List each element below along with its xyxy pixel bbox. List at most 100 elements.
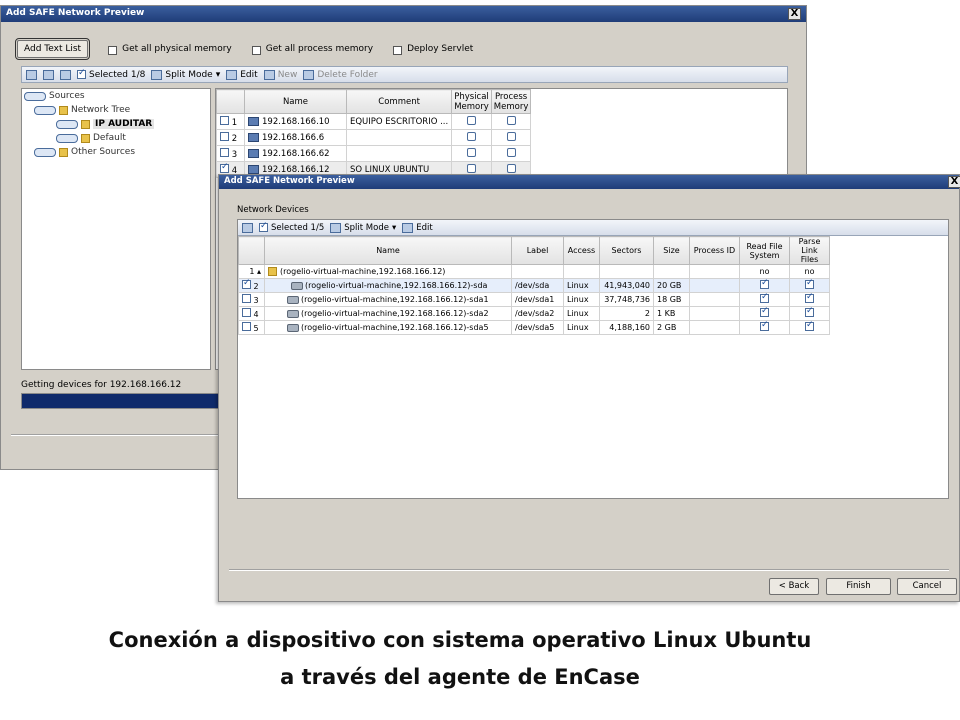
row-name: (rogelio-virtual-machine,192.168.166.12)… [264,278,512,293]
deploy-servlet-checkbox[interactable] [393,45,403,55]
row-name-text: (rogelio-virtual-machine,192.168.166.12)… [305,281,488,290]
deploy-servlet-option[interactable]: Deploy Servlet [393,44,473,55]
process-memory-cell-checkbox[interactable] [506,147,516,157]
row-checkbox[interactable] [242,280,251,289]
col-header-process-id[interactable]: Process ID [689,236,740,265]
add-text-list-button[interactable]: Add Text List [14,38,91,60]
selected-count-label: Selected 1/5 [271,222,325,233]
table-row[interactable]: 2 (rogelio-virtual-machine,192.168.166.1… [238,278,830,293]
physical-memory-cell-checkbox[interactable] [467,147,476,157]
parse-link-files-checkbox[interactable] [805,280,814,289]
process-memory-cell-checkbox[interactable] [506,163,516,173]
read-file-system-checkbox[interactable] [760,308,769,317]
table-row[interactable]: 2 192.168.166.6 [216,129,532,146]
front-dialog-close-button[interactable]: X [948,176,960,188]
row-checkbox[interactable] [242,308,251,317]
sources-icon [24,91,46,101]
tree-node-sources[interactable]: Sources [24,91,85,101]
edit-button[interactable]: Edit [226,69,258,80]
tree-node-other-sources[interactable]: Other Sources [34,147,135,157]
row-checkbox[interactable] [220,163,229,173]
cancel-button[interactable]: Cancel [897,578,957,595]
table-row[interactable]: 3 192.168.166.62 [216,145,532,162]
col-header-name[interactable]: Name [244,89,347,114]
process-memory-cell-checkbox[interactable] [506,115,516,125]
row-checkbox[interactable] [220,115,229,125]
col-header-read-file-system[interactable]: Read File System [739,236,790,265]
table-row[interactable]: 5 (rogelio-virtual-machine,192.168.166.1… [238,320,830,335]
row-number: 1 [231,117,238,128]
col-header-name[interactable]: Name [264,236,512,265]
process-memory-cell-checkbox[interactable] [506,131,516,141]
tree-node-default[interactable]: Default [56,133,126,143]
row-size: 1 KB [653,306,690,321]
table-row[interactable]: 1 ▴ (rogelio-virtual-machine,192.168.166… [238,264,830,279]
physical-memory-cell-checkbox[interactable] [467,163,476,173]
parse-link-files-checkbox[interactable] [805,294,814,303]
status-text: Getting devices for 192.168.166.12 [21,380,182,390]
col-header-comment[interactable]: Comment [345,89,453,114]
folder-icon [59,147,68,157]
physical-memory-cell-checkbox[interactable] [467,131,476,141]
row-sectors [599,264,654,279]
col-header-parse-link-files[interactable]: Parse Link Files [789,236,830,265]
parse-link-files-checkbox[interactable] [805,322,814,331]
go-up-icon[interactable] [26,69,37,80]
process-memory-checkbox[interactable] [251,45,261,55]
back-dialog-close-button[interactable]: X [788,8,801,20]
row-label: /dev/sda5 [511,320,564,335]
back-table: Name Comment Physical Memory Process Mem… [216,89,532,178]
col-header-access[interactable]: Access [563,236,600,265]
row-name-text: 192.168.166.62 [262,148,330,159]
col-header-process-memory[interactable]: Process Memory [490,89,532,114]
view-columns-icon[interactable] [43,69,54,80]
read-file-system-checkbox[interactable] [760,294,769,303]
sort-icon[interactable] [60,69,71,80]
table-row[interactable]: 3 (rogelio-virtual-machine,192.168.166.1… [238,292,830,307]
split-mode-button[interactable]: Split Mode ▾ [151,69,220,80]
read-file-system-checkbox[interactable] [760,280,769,289]
row-label: /dev/sda [511,278,564,293]
delete-folder-button[interactable]: Delete Folder [303,69,378,80]
row-number: 4 [253,310,259,319]
view-columns-icon[interactable] [242,222,253,233]
edit-button[interactable]: Edit [402,222,433,233]
split-mode-button[interactable]: Split Mode ▾ [330,222,396,233]
table-row[interactable]: 1 192.168.166.10 EQUIPO ESCRITORIO ... [216,113,532,130]
physical-memory-option[interactable]: Get all physical memory [108,44,232,55]
row-checkbox[interactable] [242,322,251,331]
back-button[interactable]: < Back [769,578,819,595]
row-number: 3 [231,149,238,160]
table-row[interactable]: 4 (rogelio-virtual-machine,192.168.166.1… [238,306,830,321]
tree-node-ip-auditar[interactable]: IP AUDITAR [56,119,155,129]
read-file-system-checkbox[interactable] [760,322,769,331]
row-index: 3 [216,145,245,162]
row-number: 3 [253,296,259,305]
tree-node-network-tree[interactable]: Network Tree [34,105,130,115]
progress-fill [22,394,220,408]
row-process-memory [490,113,532,130]
row-access: Linux [563,292,600,307]
row-sectors: 41,943,040 [599,278,654,293]
row-process-id [689,264,740,279]
parse-link-files-checkbox[interactable] [805,308,814,317]
row-checkbox[interactable] [220,147,229,157]
row-access: Linux [563,278,600,293]
col-header-size[interactable]: Size [653,236,690,265]
row-checkbox[interactable] [220,131,229,141]
row-comment [345,129,453,146]
disk-icon [287,309,299,318]
delete-folder-label: Delete Folder [317,69,378,80]
physical-memory-cell-checkbox[interactable] [467,115,476,125]
row-read-file-system: no [739,264,790,279]
col-header-physical-memory[interactable]: Physical Memory [451,89,492,114]
physical-memory-checkbox[interactable] [108,45,118,55]
row-name: (rogelio-virtual-machine,192.168.166.12)… [264,306,512,321]
process-memory-option[interactable]: Get all process memory [251,44,373,55]
row-read-file-system [739,320,790,335]
new-button[interactable]: New [263,69,297,80]
col-header-label[interactable]: Label [511,236,564,265]
finish-button[interactable]: Finish [826,578,891,595]
row-checkbox[interactable] [242,294,251,303]
col-header-sectors[interactable]: Sectors [599,236,654,265]
